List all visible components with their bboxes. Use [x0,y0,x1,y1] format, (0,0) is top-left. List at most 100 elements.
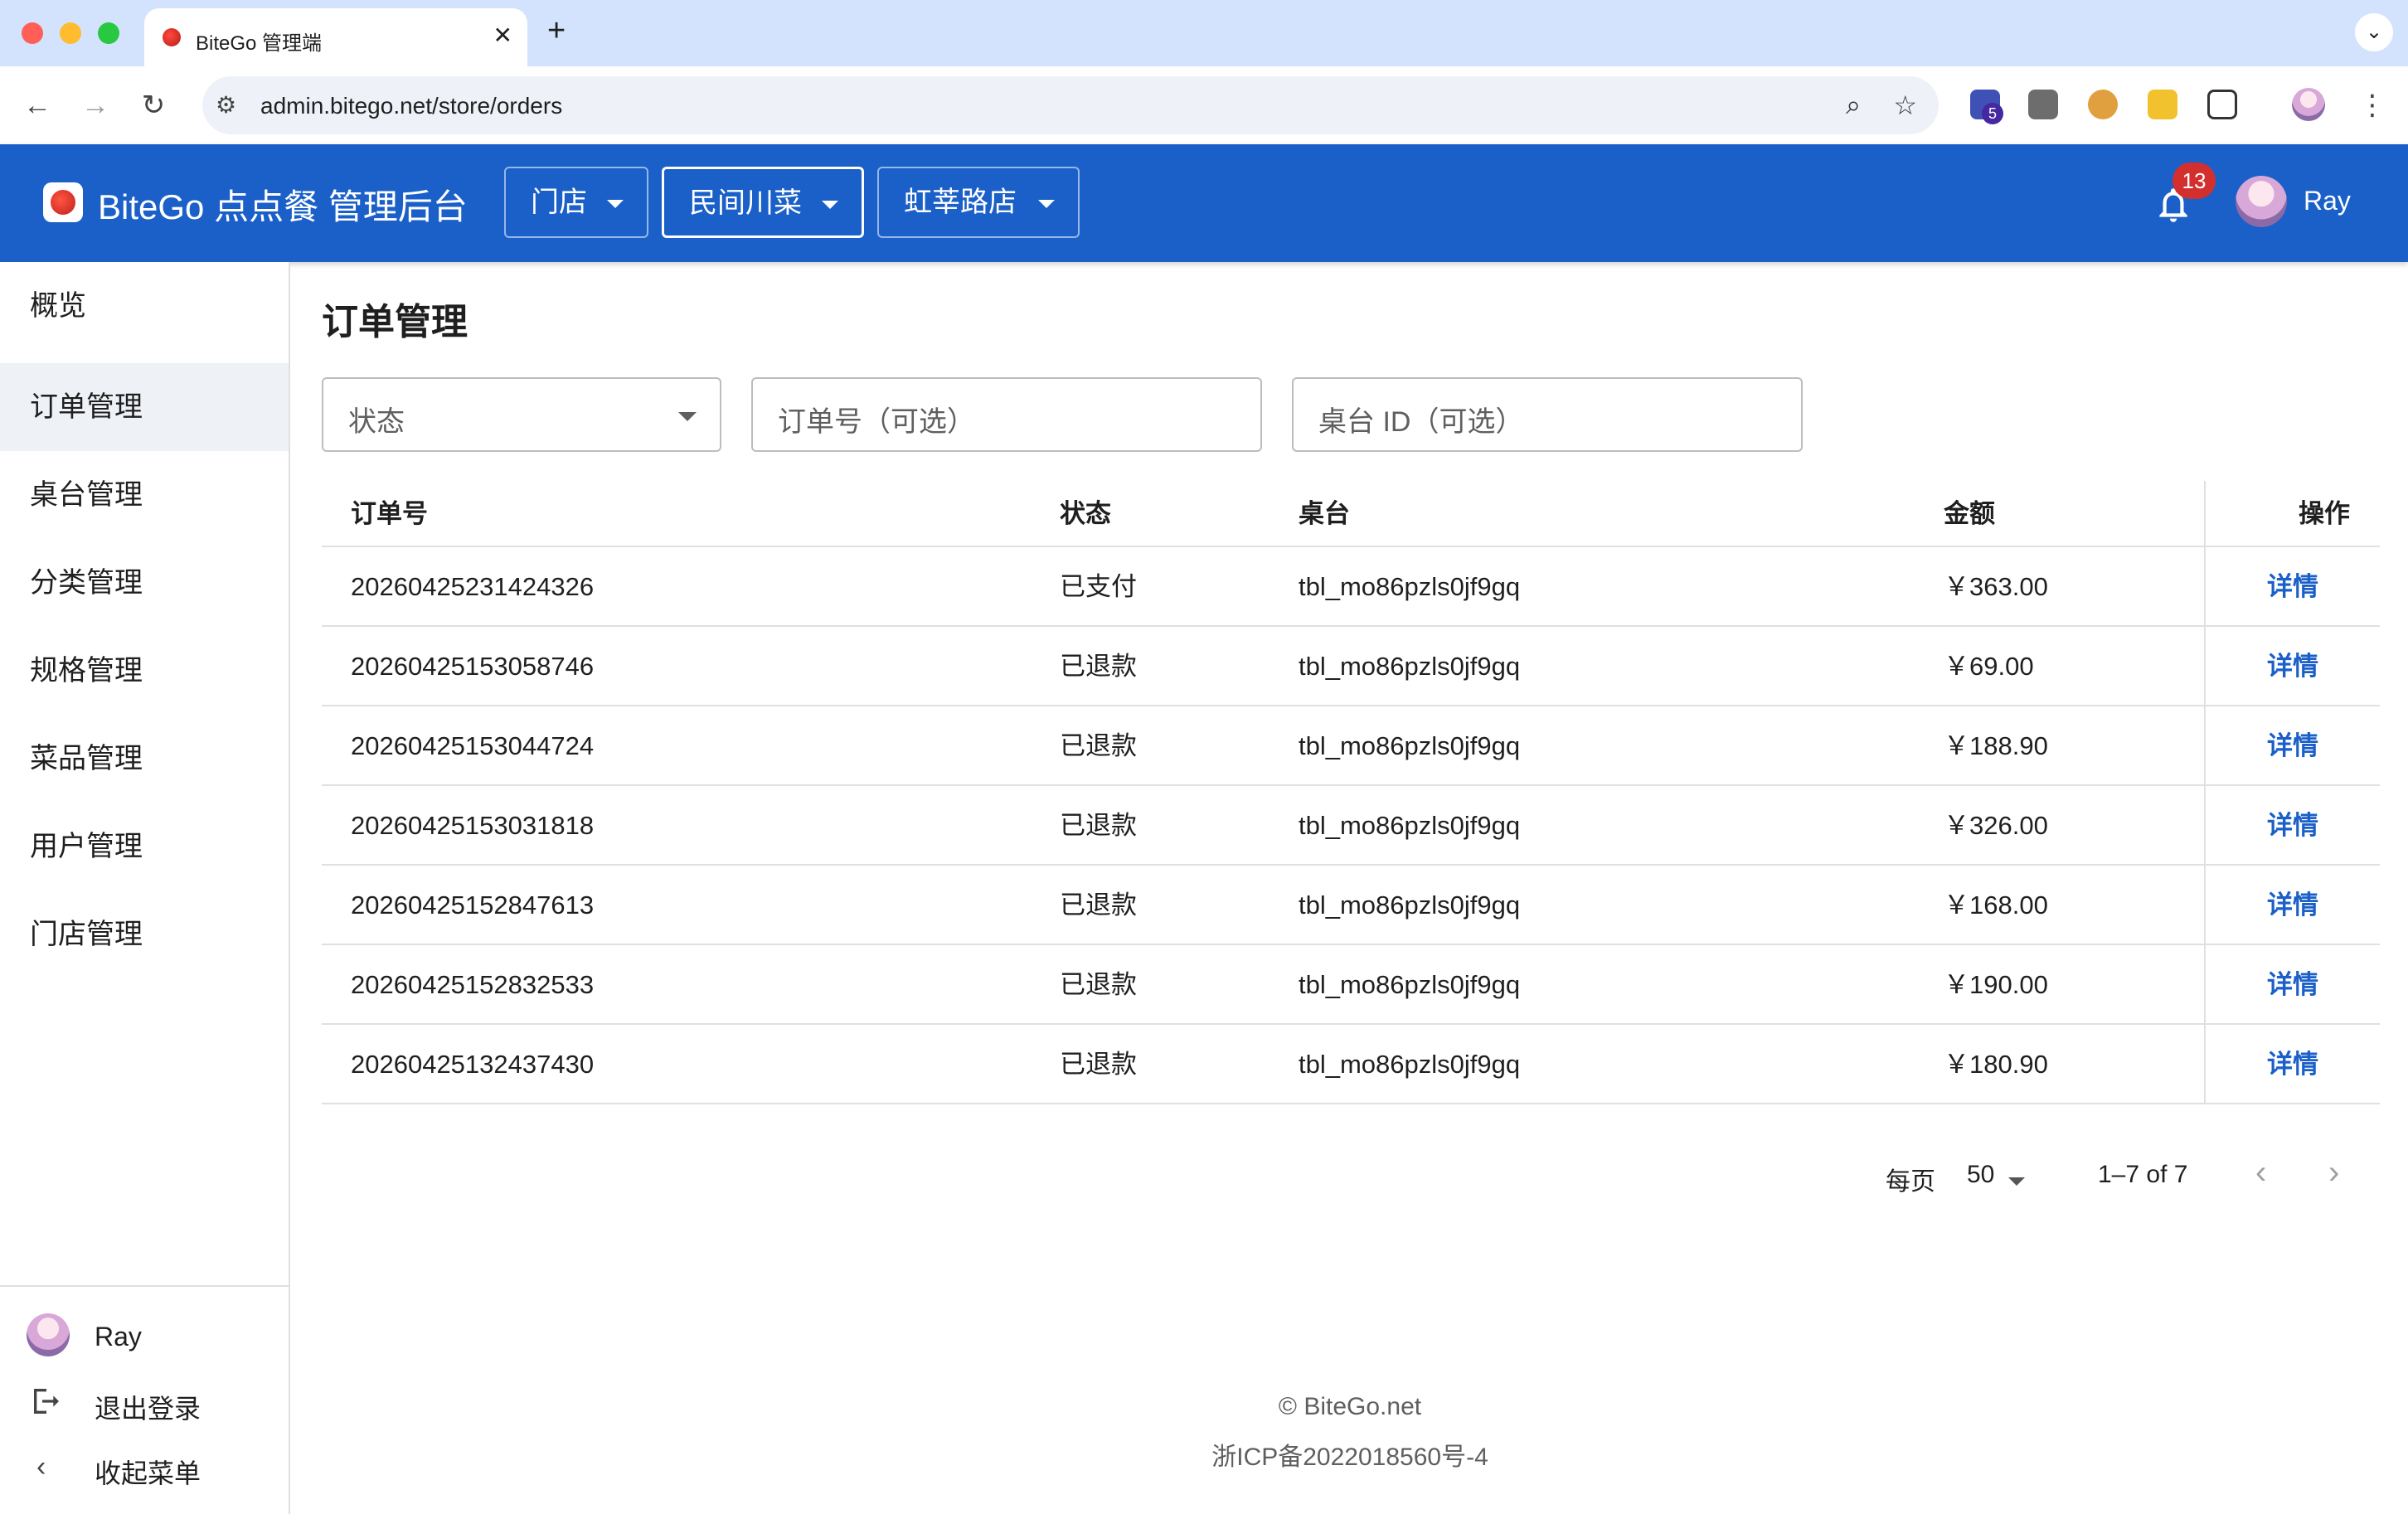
header-user-name[interactable]: Ray [2304,186,2351,216]
pagination-range: 1–7 of 7 [2098,1161,2188,1188]
branch-select-label: 虹莘路店 [904,187,1017,218]
sidebar-item-overview[interactable]: 概览 [0,262,289,350]
brand-logo-icon [43,182,83,222]
order-number-cell: 20260425132437430 [351,1050,595,1079]
order-number-cell: 20260425152832533 [351,970,595,999]
amount-cell: ￥190.00 [1944,970,2048,999]
chevron-down-icon[interactable] [2008,1177,2025,1186]
status-cell: 已支付 [1060,572,1137,601]
sidebar-item-dishes[interactable]: 菜品管理 [0,715,289,803]
bookmark-star-icon[interactable]: ☆ [1893,90,1917,121]
extensions-puzzle-icon[interactable] [2207,90,2237,119]
collapse-menu-button[interactable]: ‹ 收起菜单 [0,1436,289,1496]
table-row[interactable]: 20260425153058746 已退款 tbl_mo86pzls0jf9gq… [322,627,2380,706]
new-tab-button[interactable]: + [547,15,566,46]
sidebar-user-avatar [27,1313,70,1356]
copyright: © BiteGo.net [1278,1393,1422,1420]
user-avatar[interactable] [2236,176,2287,227]
table-id-cell: tbl_mo86pzls0jf9gq [1299,890,1521,920]
status-select[interactable]: 状态 [322,377,721,452]
notification-count-badge: 13 [2173,163,2216,199]
detail-link[interactable]: 详情 [2267,786,2318,866]
icp-license[interactable]: 浙ICP备2022018560号-4 [1118,1436,1582,1473]
sidebar-item-users[interactable]: 用户管理 [0,803,289,890]
yellow-extension-icon[interactable] [2148,90,2177,119]
amount-cell: ￥188.90 [1944,731,2048,760]
table-row[interactable]: 20260425153031818 已退款 tbl_mo86pzls0jf9gq… [322,786,2380,866]
chevron-down-icon [822,201,838,209]
browser-menu-icon[interactable]: ⋮ [2353,86,2391,124]
next-page-icon[interactable]: › [2328,1154,2339,1191]
table-row[interactable]: 20260425231424326 已支付 tbl_mo86pzls0jf9gq… [322,547,2380,627]
table-row[interactable]: 20260425152832533 已退款 tbl_mo86pzls0jf9gq… [322,945,2380,1025]
logout-icon [34,1389,59,1414]
store-type-label: 门店 [531,187,587,218]
table-id-cell: tbl_mo86pzls0jf9gq [1299,970,1521,999]
amount-cell: ￥69.00 [1944,652,2034,681]
maximize-window-button[interactable] [98,22,119,44]
amount-cell: ￥168.00 [1944,890,2048,920]
column-header-order-no: 订单号 [351,499,428,528]
amount-cell: ￥363.00 [1944,572,2048,601]
browser-tab[interactable]: BiteGo 管理端 ✕ [144,8,527,66]
minimize-window-button[interactable] [60,22,81,44]
status-cell: 已退款 [1060,731,1137,760]
logout-button[interactable]: 退出登录 [0,1371,289,1431]
forward-icon[interactable]: → [76,86,114,124]
zoom-icon[interactable]: ⌕ [1846,90,1861,121]
detail-link[interactable]: 详情 [2267,547,2318,627]
brand-select-label: 民间川菜 [689,187,802,219]
table-header-row: 订单号 状态 桌台 金额 操作 [322,481,2380,547]
close-tab-icon[interactable]: ✕ [493,22,512,49]
extension-badge: 5 [1982,103,2003,124]
page-title: 订单管理 [322,302,468,342]
reader-extension-icon[interactable] [2028,90,2058,119]
sidebar-divider [0,1285,289,1287]
owl-extension-icon[interactable] [2088,90,2118,119]
sidebar-user[interactable]: Ray [0,1305,289,1365]
order-number-input[interactable]: 订单号（可选） [751,377,1262,452]
column-header-actions: 操作 [2299,499,2350,528]
status-cell: 已退款 [1060,811,1137,840]
store-type-select[interactable]: 门店 [504,167,648,238]
table-id-placeholder: 桌台 ID（可选） [1318,406,1524,438]
reload-icon[interactable]: ↻ [134,86,172,124]
previous-page-icon[interactable]: ‹ [2255,1154,2266,1191]
chevron-down-icon [1038,200,1055,208]
detail-link[interactable]: 详情 [2267,627,2318,706]
table-row[interactable]: 20260425132437430 已退款 tbl_mo86pzls0jf9gq… [322,1025,2380,1104]
table-id-cell: tbl_mo86pzls0jf9gq [1299,811,1521,840]
table-id-cell: tbl_mo86pzls0jf9gq [1299,731,1521,760]
tab-title: BiteGo 管理端 [196,32,323,55]
table-row[interactable]: 20260425153044724 已退款 tbl_mo86pzls0jf9gq… [322,706,2380,786]
sidebar-item-orders[interactable]: 订单管理 [0,363,289,451]
sidebar-item-specs[interactable]: 规格管理 [0,627,289,715]
detail-link[interactable]: 详情 [2267,866,2318,945]
order-number-placeholder: 订单号（可选） [778,406,975,438]
sidebar-item-stores[interactable]: 门店管理 [0,890,289,978]
collapse-menu-label: 收起菜单 [95,1458,201,1488]
table-row[interactable]: 20260425152847613 已退款 tbl_mo86pzls0jf9gq… [322,866,2380,945]
close-window-button[interactable] [22,22,43,44]
tab-search-button[interactable]: ⌄ [2355,13,2393,51]
brand-title: BiteGo 点点餐 管理后台 [98,187,468,226]
profile-avatar-icon[interactable] [2292,88,2325,121]
brand-select[interactable]: 民间川菜 [662,167,864,238]
detail-link[interactable]: 详情 [2267,945,2318,1025]
back-icon[interactable]: ← [18,86,56,124]
orders-table: 订单号 状态 桌台 金额 操作 20260425231424326 已支付 tb… [322,481,2380,1104]
branch-select[interactable]: 虹莘路店 [877,167,1080,238]
chevron-left-icon: ‹ [36,1451,46,1482]
sidebar-item-categories[interactable]: 分类管理 [0,539,289,627]
table-id-input[interactable]: 桌台 ID（可选） [1292,377,1803,452]
rows-per-page-select[interactable]: 50 [1967,1161,1994,1189]
column-header-amount: 金额 [1944,499,1995,528]
site-info-icon[interactable]: ⚙ [216,91,236,119]
detail-link[interactable]: 详情 [2267,1025,2318,1104]
sidebar-item-tables[interactable]: 桌台管理 [0,451,289,539]
url-text[interactable]: admin.bitego.net/store/orders [260,93,562,119]
detail-link[interactable]: 详情 [2267,706,2318,786]
chevron-down-icon [607,200,624,208]
address-bar[interactable]: ⚙ admin.bitego.net/store/orders ⌕ ☆ [202,76,1939,134]
app-header: BiteGo 点点餐 管理后台 门店 民间川菜 虹莘路店 13 Ray [0,144,2408,262]
